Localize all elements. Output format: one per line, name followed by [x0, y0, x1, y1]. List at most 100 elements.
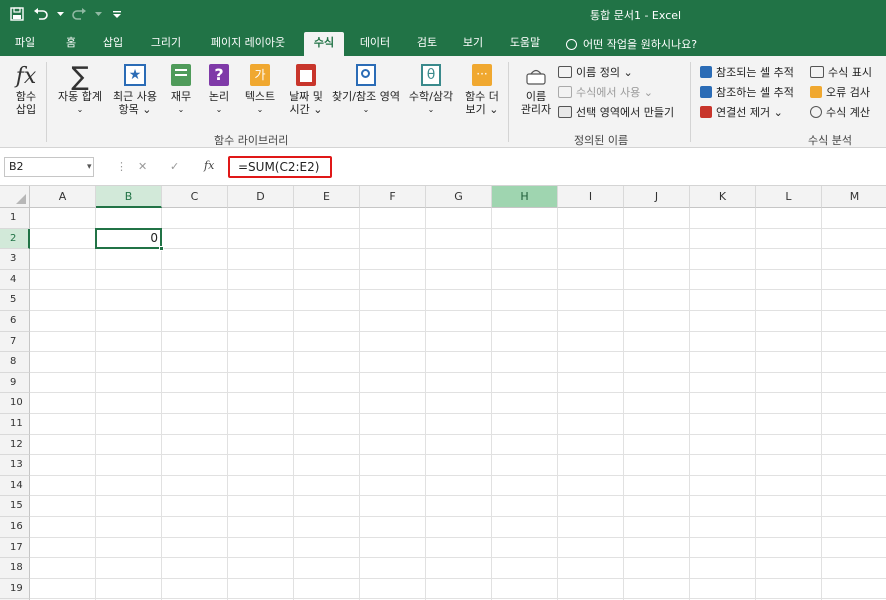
gridline-vertical [491, 208, 492, 600]
row-header-19[interactable]: 19 [0, 578, 30, 600]
remove-arrows-button[interactable]: 연결선 제거 ⌄ [700, 104, 783, 120]
trace-dependents-button[interactable]: 참조하는 셀 추적 [700, 84, 794, 100]
row-header-7[interactable]: 7 [0, 331, 30, 353]
column-header-c[interactable]: C [162, 186, 228, 208]
tab-draw[interactable]: 그리기 [144, 32, 188, 56]
row-header-13[interactable]: 13 [0, 455, 30, 476]
row-header-10[interactable]: 10 [0, 393, 30, 414]
name-box-value: B2 [9, 160, 24, 173]
gridline-horizontal [30, 289, 886, 291]
gridline-horizontal [30, 413, 886, 414]
column-header-k[interactable]: K [690, 186, 756, 208]
create-from-selection-button[interactable]: 선택 영역에서 만들기 [558, 104, 674, 120]
insert-function-fx-icon[interactable]: fx [204, 159, 214, 172]
math-trig-button[interactable]: θ 수학/삼각 ⌄ [404, 64, 458, 116]
redo-icon[interactable] [70, 5, 88, 23]
column-header-h[interactable]: H [492, 186, 558, 208]
gridline-vertical [161, 208, 162, 600]
autosum-button[interactable]: ∑ 자동 합계 ⌄ [54, 64, 106, 116]
gridline-horizontal [30, 433, 886, 435]
row-header-1[interactable]: 1 [0, 208, 30, 229]
undo-icon[interactable] [32, 5, 50, 23]
gridline-horizontal [30, 557, 886, 559]
more-functions-button[interactable]: ··· 함수 더 보기 ⌄ [460, 64, 504, 116]
autosum-label: 자동 합계 [58, 90, 102, 103]
column-header-e[interactable]: E [294, 186, 360, 208]
chevron-down-icon[interactable]: ▾ [87, 158, 92, 176]
recently-used-button[interactable]: ★ 최근 사용 항목 ⌄ [110, 64, 160, 116]
cancel-icon[interactable]: ✕ [138, 160, 147, 173]
tab-file[interactable]: 파일 [8, 32, 42, 56]
lookup-reference-button[interactable]: 찾기/참조 영역 ⌄ [330, 64, 402, 116]
row-header-18[interactable]: 18 [0, 558, 30, 579]
worksheet-grid[interactable]: A B C D E F G H I J K L M 1 2 3 4 5 6 7 8 9 10 11 12 13 14 15 16 17 18… [0, 186, 886, 600]
row-header-11[interactable]: 11 [0, 414, 30, 435]
row-header-8[interactable]: 8 [0, 352, 30, 373]
calendar-icon [296, 64, 316, 86]
column-header-b[interactable]: B [96, 186, 162, 208]
row-header-12[interactable]: 12 [0, 434, 30, 456]
column-header-m[interactable]: M [822, 186, 886, 208]
gridline-horizontal [30, 474, 886, 476]
show-formulas-button[interactable]: 수식 표시 [810, 64, 872, 80]
insert-function-button[interactable]: fx 함수 삽입 [10, 64, 42, 116]
row-header-4[interactable]: 4 [0, 269, 30, 291]
text-button[interactable]: 가 텍스트 ⌄ [238, 64, 282, 116]
name-manager-label-1: 이름 [525, 90, 547, 103]
error-checking-button[interactable]: 오류 검사 [810, 84, 870, 100]
gridline-vertical [557, 208, 558, 600]
column-header-f[interactable]: F [360, 186, 426, 208]
row-header-14[interactable]: 14 [0, 475, 30, 497]
column-header-j[interactable]: J [624, 186, 690, 208]
gridline-vertical [821, 208, 822, 600]
select-all-corner[interactable] [0, 186, 30, 208]
row-header-5[interactable]: 5 [0, 290, 30, 311]
column-header-i[interactable]: I [558, 186, 624, 208]
column-header-d[interactable]: D [228, 186, 294, 208]
logical-button[interactable]: ? 논리 ⌄ [202, 64, 236, 116]
redo-dropdown-icon[interactable] [94, 5, 102, 23]
row-header-16[interactable]: 16 [0, 517, 30, 538]
evaluate-formula-icon [810, 106, 822, 118]
evaluate-formula-button[interactable]: 수식 계산 [810, 104, 870, 120]
fill-handle[interactable] [159, 246, 164, 252]
remove-arrows-label: 연결선 제거 ⌄ [716, 106, 783, 119]
column-header-g[interactable]: G [426, 186, 492, 208]
create-from-selection-label: 선택 영역에서 만들기 [576, 106, 675, 119]
financial-label: 재무 [170, 90, 192, 103]
row-header-17[interactable]: 17 [0, 537, 30, 559]
row-header-6[interactable]: 6 [0, 311, 30, 332]
use-in-formula-button[interactable]: 수식에서 사용 ⌄ [558, 84, 653, 100]
row-header-15[interactable]: 15 [0, 496, 30, 517]
chevron-down-icon: ⌄ [362, 105, 370, 114]
tell-me-box[interactable]: 어떤 작업을 원하시나요? [566, 36, 697, 52]
gridline-vertical [425, 208, 426, 600]
tab-data[interactable]: 데이터 [352, 32, 398, 56]
tab-home[interactable]: 홈 [56, 32, 86, 56]
tab-insert[interactable]: 삽입 [96, 32, 130, 56]
formula-input[interactable]: =SUM(C2:E2) [228, 156, 332, 178]
trace-precedents-button[interactable]: 참조되는 셀 추적 [700, 64, 794, 80]
undo-dropdown-icon[interactable] [56, 5, 64, 23]
save-icon[interactable] [8, 5, 26, 23]
row-header-9[interactable]: 9 [0, 372, 30, 394]
define-name-button[interactable]: 이름 정의 ⌄ [558, 64, 633, 80]
tab-review[interactable]: 검토 [410, 32, 444, 56]
name-manager-button[interactable]: 이름 관리자 [514, 68, 558, 116]
trace-dependents-icon [700, 86, 712, 98]
row-header-2[interactable]: 2 [0, 228, 30, 250]
active-cell-b2[interactable]: 0 [95, 227, 162, 250]
row-header-3[interactable]: 3 [0, 249, 30, 270]
enter-icon[interactable]: ✓ [170, 160, 179, 173]
tab-page-layout[interactable]: 페이지 레이아웃 [200, 32, 296, 56]
tab-formulas[interactable]: 수식 [304, 32, 344, 56]
customize-qat-icon[interactable] [108, 5, 126, 23]
column-header-a[interactable]: A [30, 186, 96, 208]
more-icon: ··· [472, 64, 492, 86]
column-header-l[interactable]: L [756, 186, 822, 208]
tab-help[interactable]: 도움말 [502, 32, 548, 56]
financial-button[interactable]: 재무 ⌄ [164, 64, 198, 116]
tab-view[interactable]: 보기 [456, 32, 490, 56]
name-box[interactable]: B2 ▾ [4, 157, 94, 177]
date-time-button[interactable]: 날짜 및 시간 ⌄ [284, 64, 328, 116]
